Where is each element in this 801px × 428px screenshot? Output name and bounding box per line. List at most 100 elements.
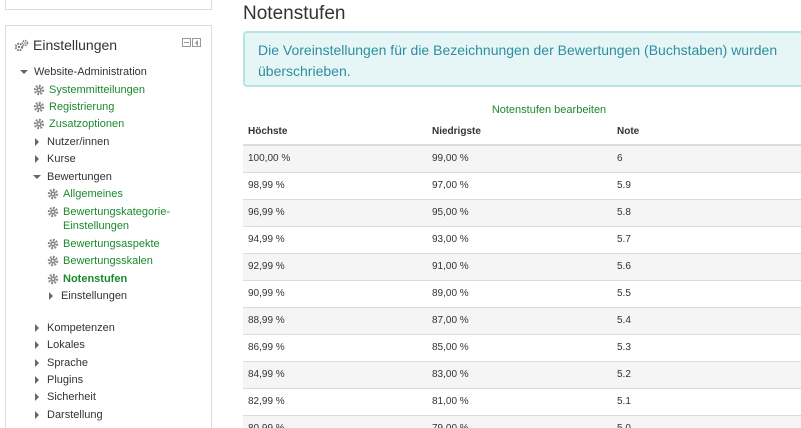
table-row: 80,99 %79,00 %5.0 <box>243 415 801 428</box>
table-row: 96,99 % 95,00 % 5.8 <box>243 199 801 227</box>
cell-grade: 5.2 <box>612 361 801 389</box>
cell-grade: 5.0 <box>612 415 801 428</box>
table-row: 86,99 % 85,00 % 5.3 <box>243 334 801 362</box>
cell-grade: 5.4 <box>612 307 801 335</box>
gears-icon <box>14 39 29 51</box>
cell-highest: 80,99 % <box>243 415 427 428</box>
tree-item-label: Bewertungsskalen <box>63 255 153 267</box>
table-row: 100,00 % 99,00 % 6 <box>243 145 801 173</box>
collapsed-arrow-icon <box>35 155 39 163</box>
tree-item-label-line: Bewertungskategorie- <box>63 206 171 218</box>
tree-item-sicherheit[interactable]: Sicherheit <box>33 390 96 404</box>
tree-item-bewertungskategorie[interactable]: Bewertungskategorie- Einstellungen <box>47 205 170 233</box>
tree-item-nutzer[interactable]: Nutzer/innen <box>33 135 109 149</box>
cell-lowest: 79,00 % <box>427 415 612 428</box>
table-row: 98,99 % 97,00 % 5.9 <box>243 172 801 200</box>
cell-highest: 88,99 % <box>243 307 427 335</box>
cell-lowest: 81,00 % <box>427 388 612 416</box>
expanded-arrow-icon <box>33 175 41 179</box>
cell-highest: 100,00 % <box>243 145 427 173</box>
gear-icon <box>47 206 59 218</box>
tree-item-website-administration[interactable]: Website-Administration <box>20 65 147 79</box>
tree-item-notenstufen[interactable]: Notenstufen <box>47 272 127 286</box>
tree-item-darstellung[interactable]: Darstellung <box>33 408 103 422</box>
cell-lowest: 89,00 % <box>427 280 612 308</box>
table-row: 92,99 % 91,00 % 5.6 <box>243 253 801 281</box>
cell-grade: 5.6 <box>612 253 801 281</box>
tree-item-label: Nutzer/innen <box>47 136 110 148</box>
info-alert: Die Voreinstellungen für die Bezeichnung… <box>243 31 801 87</box>
gear-icon <box>47 273 59 285</box>
tree-item-systemmitteilungen[interactable]: Systemmitteilungen <box>33 83 145 97</box>
tree-item-kompetenzen[interactable]: Kompetenzen <box>33 321 115 335</box>
cell-grade: 5.8 <box>612 199 801 227</box>
collapsed-arrow-icon <box>35 393 39 401</box>
tree-item-label: Kurse <box>47 153 76 165</box>
cell-highest: 92,99 % <box>243 253 427 281</box>
collapsed-arrow-icon <box>35 341 39 349</box>
minus-icon[interactable] <box>182 38 191 47</box>
tree-item-kurse[interactable]: Kurse <box>33 152 76 166</box>
tree-item-einstellungen[interactable]: Einstellungen <box>47 289 127 303</box>
tree-item-label: Bewertungen <box>47 171 112 183</box>
tree-item-allgemeines[interactable]: Allgemeines <box>47 187 123 201</box>
collapsed-arrow-icon <box>35 324 39 332</box>
gear-icon <box>33 101 45 113</box>
tree-item-sprache[interactable]: Sprache <box>33 356 88 370</box>
gear-icon <box>47 188 59 200</box>
cell-lowest: 99,00 % <box>427 145 612 173</box>
collapsed-arrow-icon <box>35 138 39 146</box>
cell-highest: 94,99 % <box>243 226 427 254</box>
tree-item-zusatzoptionen[interactable]: Zusatzoptionen <box>33 117 124 131</box>
tree-item-label: Lokales <box>47 339 85 351</box>
cell-lowest: 91,00 % <box>427 253 612 281</box>
cell-lowest: 95,00 % <box>427 199 612 227</box>
tree-item-registrierung[interactable]: Registrierung <box>33 100 114 114</box>
cell-grade: 5.5 <box>612 280 801 308</box>
table-row: 90,99 % 89,00 % 5.5 <box>243 280 801 308</box>
tree-item-bewertungsskalen[interactable]: Bewertungsskalen <box>47 254 153 268</box>
collapsed-arrow-icon <box>35 359 39 367</box>
column-header-grade: Note <box>612 118 801 146</box>
tree-item-label: Website-Administration <box>34 66 147 78</box>
tree-item-label: Einstellungen <box>61 290 128 302</box>
tree-item-bewertungen[interactable]: Bewertungen <box>33 170 112 184</box>
cell-lowest: 87,00 % <box>427 307 612 335</box>
dock-icon[interactable] <box>192 38 201 47</box>
gear-icon <box>33 84 45 96</box>
tree-item-label: Notenstufen <box>63 273 128 285</box>
table-header-row: Höchste Niedrigste Note <box>243 118 801 146</box>
cell-lowest: 85,00 % <box>427 334 612 362</box>
table-row: 88,99 % 87,00 % 5.4 <box>243 307 801 335</box>
tree-item-label: Allgemeines <box>63 188 123 200</box>
edit-grade-letters-link[interactable]: Notenstufen bearbeiten <box>243 104 801 116</box>
tree-item-label: Registrierung <box>49 101 115 113</box>
tree-item-label: Systemmitteilungen <box>49 84 145 96</box>
grade-letters-table: Höchste Niedrigste Note 100,00 % 99,00 % 6… <box>243 118 801 428</box>
tree-item-bewertungsaspekte[interactable]: Bewertungsaspekte <box>47 237 160 251</box>
settings-block-title: Einstellungen <box>33 37 118 53</box>
tree-item-plugins[interactable]: Plugins <box>33 373 83 387</box>
tree-item-label: Darstellung <box>47 409 103 421</box>
cell-grade: 5.1 <box>612 388 801 416</box>
gear-icon <box>33 118 45 130</box>
tree-item-label-line: Einstellungen <box>63 220 130 232</box>
cell-highest: 82,99 % <box>243 388 427 416</box>
tree-item-label: Zusatzoptionen <box>49 118 125 130</box>
cell-highest: 90,99 % <box>243 280 427 308</box>
cell-highest: 86,99 % <box>243 334 427 362</box>
cell-lowest: 83,00 % <box>427 361 612 389</box>
block-controls <box>182 38 201 47</box>
settings-block-header: Einstellungen <box>14 35 203 55</box>
tree-item-label: Sicherheit <box>47 391 96 403</box>
cell-highest: 98,99 % <box>243 172 427 200</box>
tree-item-lokales[interactable]: Lokales <box>33 338 85 352</box>
cell-grade: 5.7 <box>612 226 801 254</box>
collapsed-arrow-icon <box>35 376 39 384</box>
collapsed-arrow-icon <box>35 411 39 419</box>
tree-item-label: Sprache <box>47 357 88 369</box>
tree-item-label: Bewertungskategorie- Einstellungen <box>63 205 170 233</box>
page-title: Notenstufen <box>243 3 346 24</box>
tree-item-label: Kompetenzen <box>47 322 115 334</box>
cell-lowest: 97,00 % <box>427 172 612 200</box>
